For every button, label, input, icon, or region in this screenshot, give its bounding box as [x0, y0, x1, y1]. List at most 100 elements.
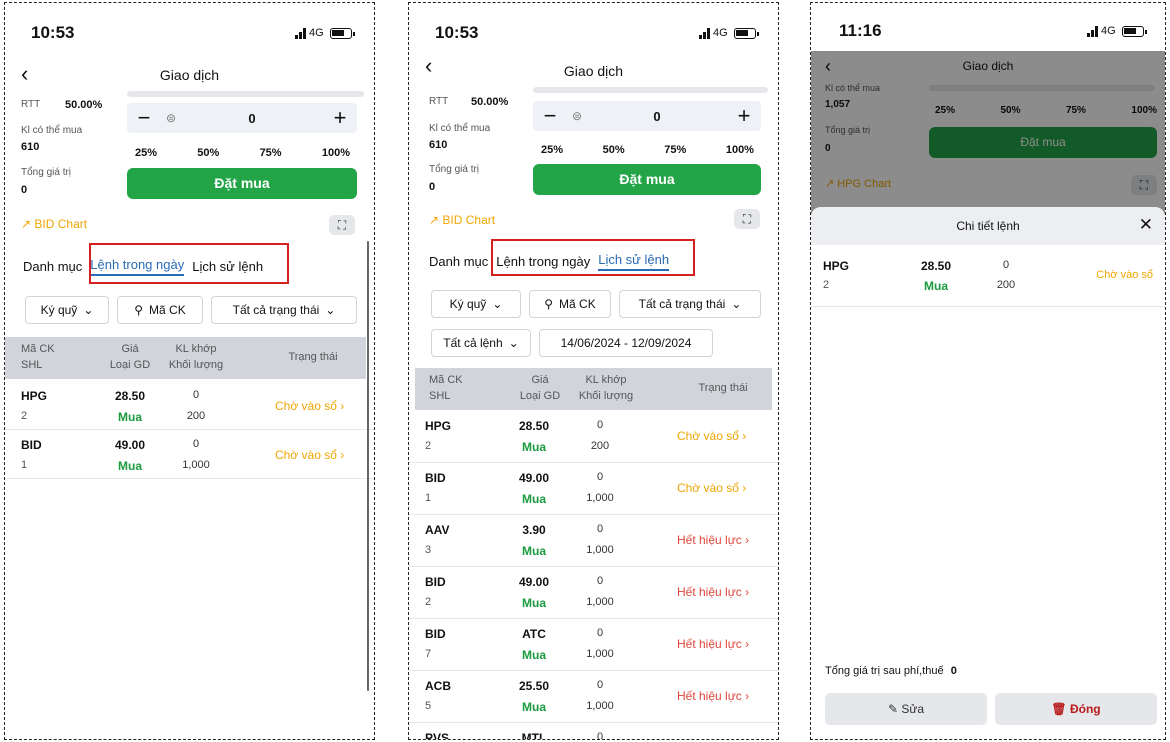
symbol-search[interactable]: ⚲ Mã CK	[529, 290, 611, 318]
signal-icon	[295, 27, 306, 39]
table-row[interactable]: BID 7 ATC Mua 0 1,000 Hết hiệu lực ›	[409, 619, 778, 671]
sheet-title: Chi tiết lệnh	[956, 219, 1020, 233]
row-matched: 0	[596, 627, 604, 639]
quantity-stepper[interactable]: − ⊜ 0 +	[533, 101, 761, 131]
pencil-icon: ✎	[887, 702, 898, 716]
row-price: 49.00	[518, 575, 550, 589]
tab-portfolio[interactable]: Danh mục	[429, 254, 488, 269]
minus-icon[interactable]: −	[127, 105, 161, 131]
buy-button[interactable]: Đặt mua	[533, 164, 761, 195]
table-row[interactable]: ACB 5 25.50 Mua 0 1,000 Hết hiệu lực ›	[409, 671, 778, 723]
row-side: Mua	[522, 544, 546, 558]
expand-icon[interactable]: ⛶	[329, 215, 355, 235]
row-shl: 2	[425, 440, 432, 452]
quantity-value[interactable]: 0	[587, 109, 727, 124]
trend-icon: ↗	[429, 213, 440, 227]
order-type-filter[interactable]: Tất cả lệnh ⌄	[431, 329, 531, 357]
close-icon[interactable]: ✕	[1139, 215, 1153, 235]
quantity-value[interactable]: 0	[181, 111, 323, 126]
screen-order-detail: 11:16 4G ‹ Giao dịch Kl có thể mua 1,057…	[810, 2, 1166, 740]
row-status-label: Hết hiệu lực	[677, 533, 742, 547]
chevron-right-icon: ›	[741, 689, 750, 703]
order-type-filter-label: Tất cả lệnh	[443, 336, 503, 350]
battery-icon	[733, 27, 759, 39]
row-volume: 1,000	[586, 700, 614, 712]
pct-100[interactable]: 100%	[726, 144, 754, 156]
table-row[interactable]: BID 2 49.00 Mua 0 1,000 Hết hiệu lực ›	[409, 567, 778, 619]
row-status: Hết hiệu lực ›	[677, 689, 749, 703]
row-status: Chờ vào sổ ›	[275, 399, 344, 413]
status-time: 11:16	[839, 21, 882, 40]
header-shl: SHL	[429, 390, 451, 402]
pct-50[interactable]: 50%	[197, 147, 219, 159]
row-shl: 2	[425, 596, 432, 608]
minus-icon[interactable]: −	[533, 103, 567, 129]
tab-portfolio[interactable]: Danh mục	[23, 259, 82, 274]
date-range-picker[interactable]: 14/06/2024 - 12/09/2024	[539, 329, 713, 357]
table-row[interactable]: PVS MTL 0	[409, 723, 778, 740]
slider-track[interactable]	[127, 91, 364, 97]
row-status: Chờ vào sổ ›	[677, 481, 746, 495]
table-header: Mã CK SHL Giá Loại GD KL khớp Khối lượng…	[5, 337, 366, 379]
row-side: Mua	[522, 596, 546, 610]
status-filter[interactable]: Tất cả trạng thái ⌄	[619, 290, 761, 318]
chart-toggle[interactable]: ↗ BID Chart	[429, 213, 495, 227]
table-row[interactable]: BID 1 49.00 Mua 0 1,000 Chờ vào sổ ›	[409, 463, 778, 515]
row-price: 3.90	[522, 523, 546, 537]
row-status-label: Hết hiệu lực	[677, 637, 742, 651]
highlight-box	[491, 239, 695, 276]
row-matched: 0	[596, 731, 604, 740]
table-row[interactable]: AAV 3 3.90 Mua 0 1,000 Hết hiệu lực ›	[409, 515, 778, 567]
status-filter-label: Tất cả trạng thái	[638, 297, 726, 311]
expand-icon[interactable]: ⛶	[734, 209, 760, 229]
pct-25[interactable]: 25%	[135, 147, 157, 159]
close-button[interactable]: 🗑 Đóng	[995, 693, 1157, 725]
margin-filter-label: Ký quỹ	[449, 297, 487, 311]
margin-filter[interactable]: Ký quỹ ⌄	[25, 296, 109, 324]
table-row[interactable]: HPG 2 28.50 Mua 0 200 Chờ vào sổ ›	[5, 381, 374, 430]
rtt-label: RTT	[429, 96, 449, 107]
edit-button[interactable]: ✎ Sửa	[825, 693, 987, 725]
margin-filter[interactable]: Ký quỹ ⌄	[431, 290, 521, 318]
row-side: Mua	[118, 459, 142, 473]
pct-50[interactable]: 50%	[603, 144, 625, 156]
signal-icon	[1087, 25, 1098, 37]
row-matched: 0	[192, 389, 200, 401]
symbol-search-label: Mã CK	[149, 303, 186, 317]
chart-label: BID Chart	[442, 213, 496, 227]
table-row[interactable]: HPG 2 28.50 Mua 0 200 Chờ vào sổ ›	[409, 411, 778, 463]
symbol-search[interactable]: ⚲ Mã CK	[117, 296, 203, 324]
detail-price: 28.50	[920, 259, 952, 273]
slider-track[interactable]	[533, 87, 768, 93]
plus-icon[interactable]: +	[323, 105, 357, 131]
avail-value: 610	[21, 141, 40, 153]
detail-row: HPG 2 28.50 Mua 0 200 Chờ vào sổ	[811, 245, 1165, 307]
status-filter[interactable]: Tất cả trạng thái ⌄	[211, 296, 357, 324]
row-price: 49.00	[518, 471, 550, 485]
header-type: Loại GD	[109, 359, 151, 371]
layers-icon: ⊜	[571, 109, 583, 123]
chevron-down-icon: ⌄	[508, 336, 519, 350]
rtt-label: RTT	[21, 99, 41, 110]
symbol-search-label: Mã CK	[559, 297, 596, 311]
row-symbol: PVS	[425, 731, 450, 740]
row-price: MTL	[521, 731, 547, 740]
chevron-right-icon: ›	[741, 637, 750, 651]
table-row[interactable]: BID 1 49.00 Mua 0 1,000 Chờ vào sổ ›	[5, 430, 374, 479]
status-filter-label: Tất cả trạng thái	[232, 303, 320, 317]
chevron-right-icon: ›	[738, 429, 747, 443]
pct-75[interactable]: 75%	[260, 147, 282, 159]
pct-25[interactable]: 25%	[541, 144, 563, 156]
pct-100[interactable]: 100%	[322, 147, 350, 159]
quantity-stepper[interactable]: − ⊜ 0 +	[127, 103, 357, 133]
chart-toggle[interactable]: ↗ BID Chart	[21, 217, 87, 231]
search-icon: ⚲	[134, 303, 144, 317]
pct-75[interactable]: 75%	[664, 144, 686, 156]
row-volume: 1,000	[586, 492, 614, 504]
plus-icon[interactable]: +	[727, 103, 761, 129]
row-status: Hết hiệu lực ›	[677, 585, 749, 599]
buy-button[interactable]: Đặt mua	[127, 168, 357, 199]
scrollbar[interactable]	[367, 241, 369, 691]
chevron-right-icon: ›	[336, 399, 345, 413]
detail-volume: 200	[996, 279, 1016, 291]
